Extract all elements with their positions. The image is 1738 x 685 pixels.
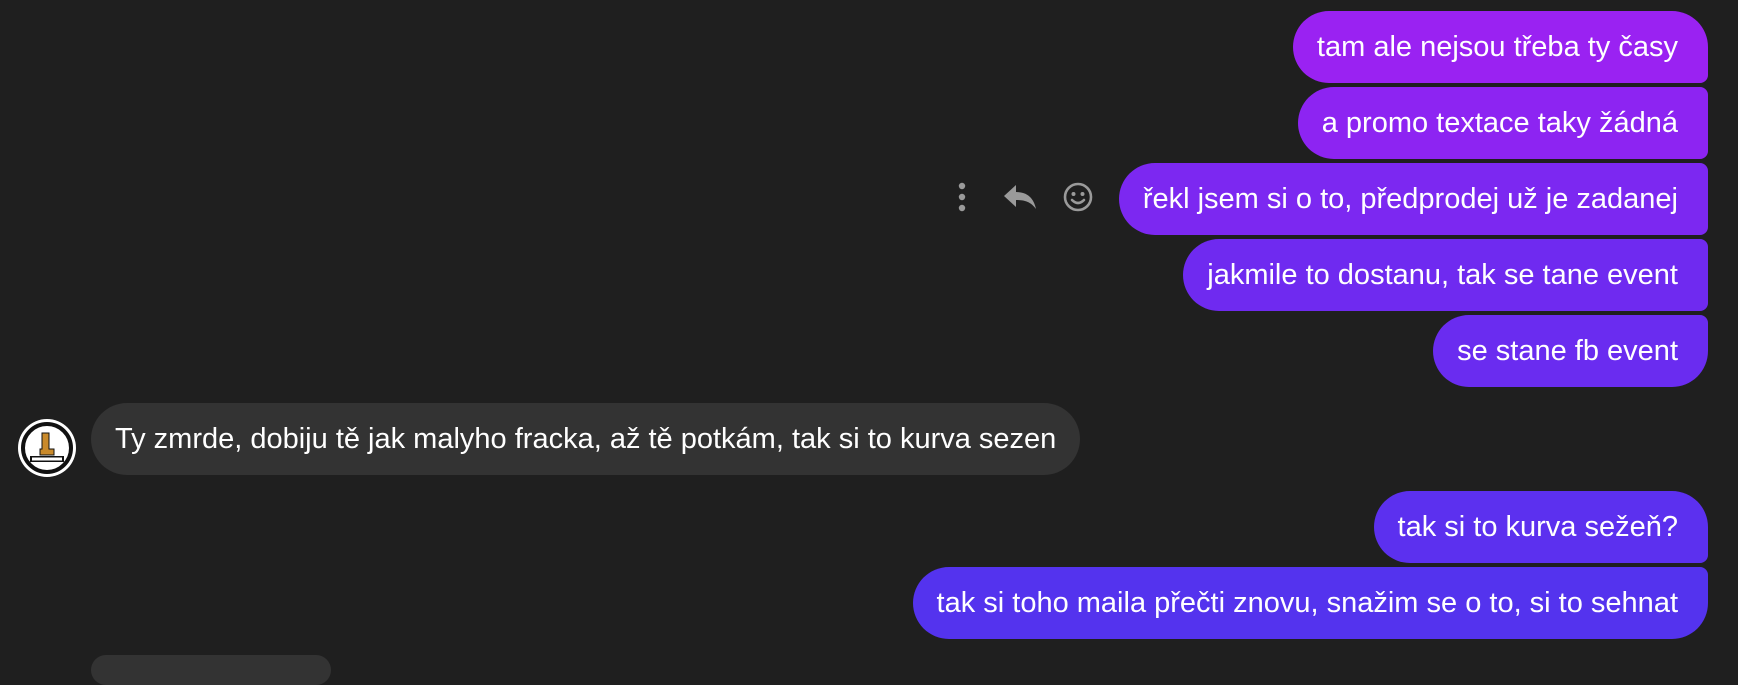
message-actions-toolbar (944, 172, 1096, 222)
reply-icon[interactable] (1002, 179, 1038, 215)
outgoing-message-bubble[interactable]: tak si to kurva sežeň? (1373, 491, 1708, 563)
incoming-message-bubble[interactable]: Ty zmrde, dobiju tě jak malyho fracka, a… (91, 403, 1081, 475)
more-options-icon[interactable] (944, 179, 980, 215)
contact-avatar[interactable] (18, 419, 76, 477)
message-text: jakmile to dostanu, tak se tane event (1207, 259, 1678, 291)
outgoing-message-bubble[interactable]: a promo textace taky žádná (1297, 87, 1708, 159)
message-thread: tam ale nejsou třeba ty časy a promo tex… (0, 0, 1738, 685)
message-text: se stane fb event (1457, 335, 1678, 367)
message-text: tak si to kurva sežeň? (1397, 511, 1678, 543)
message-text: tam ale nejsou třeba ty časy (1316, 31, 1678, 63)
message-text: Ty zmrde, dobiju tě jak malyho fracka, a… (115, 423, 1057, 455)
outgoing-message-bubble[interactable]: se stane fb event (1433, 315, 1708, 387)
incoming-message-bubble-partial[interactable] (91, 655, 331, 685)
emoji-reaction-icon[interactable] (1060, 179, 1096, 215)
outgoing-message-bubble[interactable]: tak si toho maila přečti znovu, snažim s… (912, 567, 1708, 639)
outgoing-message-bubble[interactable]: jakmile to dostanu, tak se tane event (1183, 239, 1708, 311)
outgoing-message-bubble[interactable]: řekl jsem si o to, předprodej už je zada… (1118, 163, 1708, 235)
craft-beer-pub-logo (19, 420, 75, 476)
message-text: a promo textace taky žádná (1321, 107, 1678, 139)
message-text: tak si toho maila přečti znovu, snažim s… (936, 587, 1678, 619)
message-text: řekl jsem si o to, předprodej už je zada… (1142, 183, 1678, 215)
outgoing-message-bubble[interactable]: tam ale nejsou třeba ty časy (1292, 11, 1708, 83)
